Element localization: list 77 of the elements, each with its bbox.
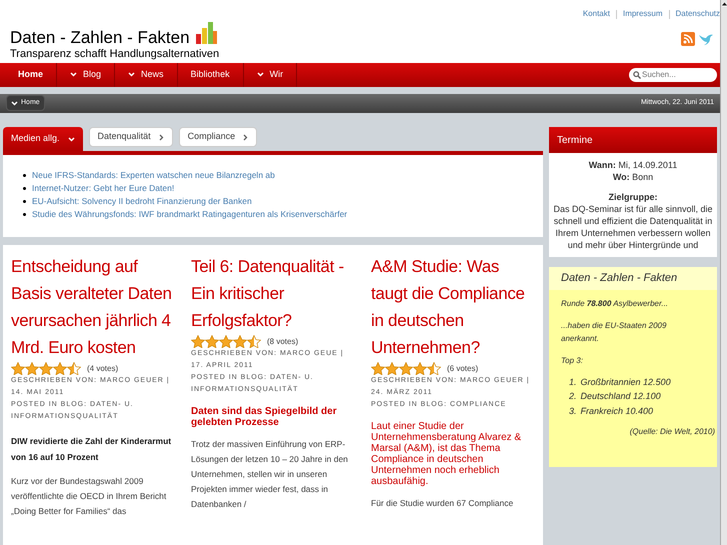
- article-text: Kurz vor der Bundestagswahl 2009 veröffentlichte die OECD in Ihrem Bericht „Doing Better for Families“ das: [11, 475, 168, 518]
- search-field[interactable]: Suchen...: [629, 68, 717, 82]
- nav-item[interactable]: Wir: [244, 62, 298, 88]
- chevron-icon: [158, 134, 164, 140]
- star-rating[interactable]: [371, 362, 441, 375]
- star-icon: [25, 362, 39, 375]
- source-text: (Quelle: Die Welt, 2010): [628, 426, 716, 438]
- tab[interactable]: Compliance: [178, 127, 258, 147]
- top-link[interactable]: Datenschutz: [676, 8, 720, 20]
- termine-line: Wo: Bonn: [612, 171, 654, 183]
- scrollbar[interactable]: [720, 0, 727, 545]
- termine-line: Wann: Mi, 14.09.2011: [588, 159, 678, 171]
- star-icon: [53, 362, 67, 375]
- votes-count: (8 votes): [267, 336, 298, 348]
- star-icon: [399, 362, 413, 375]
- bar-chart-logo-icon: [194, 20, 218, 46]
- termine-heading: Zielgruppe:: [608, 191, 658, 203]
- article-text: Für die Studie wurden 67 Compliance: [371, 497, 514, 510]
- termine-header: Termine: [549, 127, 717, 153]
- star-icon: [191, 335, 205, 348]
- star-rating[interactable]: [11, 362, 81, 375]
- article-title[interactable]: A&M Studie: Was taugt die Compliance in deutschen Unternehmen?: [371, 253, 537, 361]
- site-tagline: Transparenz schafft Handlungsalternativen: [10, 47, 220, 62]
- article-title[interactable]: Teil 6: Datenqualität - Ein kritischer Erfolgsfaktor?: [191, 253, 357, 334]
- list-item: Frankreich 10.400: [580, 404, 654, 418]
- tab[interactable]: Datenqualität: [88, 127, 173, 147]
- bullet-icon: [23, 200, 26, 202]
- star-icon: [247, 335, 261, 348]
- article-text: Trotz der massiven Einführung von ERP-Lösungen der letzen 10 – 20 Jahre in den Unternehmen, stellen wir in unseren Projekten immer wieder fest, dass in Datenbanken /: [191, 438, 349, 511]
- star-icon: [67, 362, 81, 375]
- nav-item[interactable]: Bibliothek: [178, 62, 244, 88]
- votes-count: (6 votes): [447, 362, 478, 374]
- star-icon: [413, 362, 427, 375]
- bullet-icon: [23, 212, 26, 216]
- search-icon: [633, 70, 641, 79]
- bullet-icon: [23, 174, 26, 176]
- list-number: 2.: [569, 390, 577, 403]
- votes-count: (4 votes): [87, 362, 118, 374]
- list-item: Deutschland 12.100: [580, 390, 661, 403]
- caret-icon: [68, 136, 75, 142]
- top-link[interactable]: Kontakt: [582, 8, 610, 20]
- list-number: 1.: [569, 376, 577, 388]
- list-item: Großbritannien 12.500: [580, 376, 671, 388]
- news-link[interactable]: Studie des Währungsfonds: IWF brandmarkt Ratingagenturen als Krisenverschärfer: [32, 208, 348, 220]
- star-rating[interactable]: [191, 335, 261, 348]
- article-lead: Daten sind das Spiegelbild der gelebten Prozesse: [191, 406, 338, 428]
- tab[interactable]: Medien allg.: [3, 127, 83, 151]
- star-icon: [233, 335, 247, 348]
- article-lead: Laut einer Studie der Unternehmensberatung Alvarez & Marsal (A&M), ist das Thema Compliance in deutschen Unternehmen noch erheblich ausbaufähig.: [371, 421, 522, 487]
- chevron-icon: [243, 134, 248, 140]
- facts-text: Runde 78.800 Asylbewerber...: [561, 298, 670, 310]
- facts-title: Daten - Zahlen - Fakten: [549, 267, 717, 290]
- nav-item[interactable]: Blog: [57, 62, 116, 88]
- nav-item[interactable]: News: [115, 62, 178, 88]
- star-icon: [11, 362, 25, 375]
- bird-icon[interactable]: [698, 32, 714, 46]
- star-icon: [385, 362, 399, 375]
- star-icon: [205, 335, 219, 348]
- caret-icon: [11, 100, 18, 106]
- star-icon: [427, 362, 441, 375]
- termine-text: Das DQ-Seminar ist für alle sinnvoll, die schnell und effizient die Datenqualität in Ihrem Unternehmen verbessern wollen und mehr über Hintergründe und: [552, 203, 714, 251]
- facts-text: Top 3:: [561, 354, 584, 366]
- facts-text: ...haben die EU-Staaten 2009 anerkannt.: [561, 320, 668, 344]
- top-link[interactable]: Impressum: [622, 8, 663, 20]
- news-link[interactable]: Internet-Nutzer: Gebt her Eure Daten!: [32, 182, 174, 194]
- bullet-icon: [23, 186, 26, 190]
- star-icon: [39, 362, 53, 375]
- article-title[interactable]: Entscheidung auf Basis veralteter Daten verursachen jährlich 4 Mrd. Euro kosten: [11, 253, 177, 361]
- list-number: 3.: [569, 404, 577, 418]
- site-title[interactable]: Daten - Zahlen - Fakten: [10, 29, 190, 46]
- article-lead: DIW revidierte die Zahl der Kinderarmut von 16 auf 10 Prozent: [11, 435, 172, 464]
- star-icon: [219, 335, 233, 348]
- star-icon: [371, 362, 385, 375]
- nav-item[interactable]: Home: [5, 62, 58, 88]
- rss-icon[interactable]: [681, 32, 695, 46]
- news-link[interactable]: EU-Aufsicht: Solvency II bedroht Finanzierung der Banken: [32, 195, 252, 207]
- news-link[interactable]: Neue IFRS-Standards: Experten watschen neue Bilanzregeln ab: [32, 169, 275, 181]
